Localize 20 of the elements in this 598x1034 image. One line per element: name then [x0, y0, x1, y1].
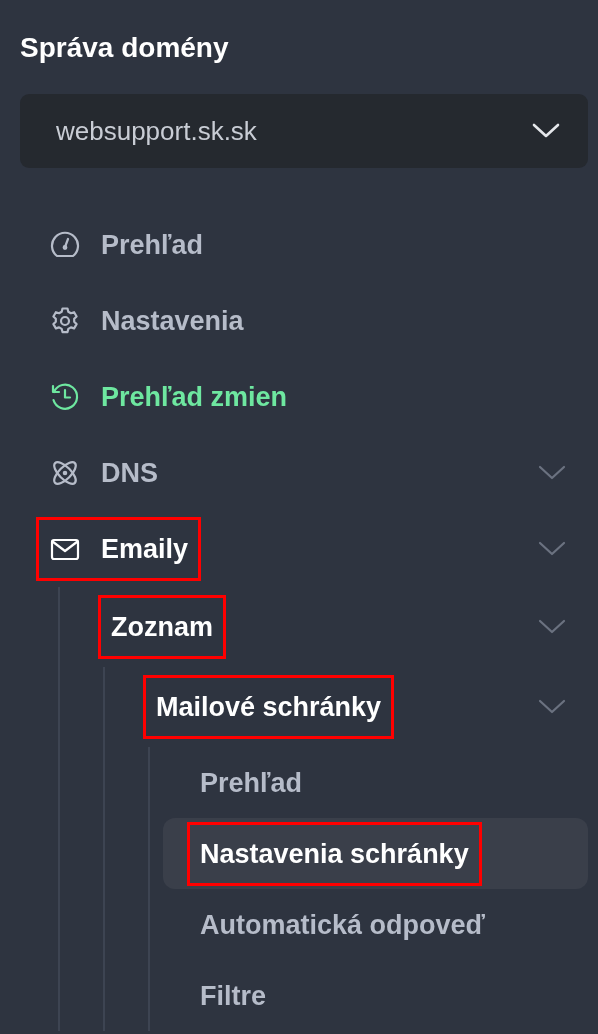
menu-item[interactable]: Automatická odpoveď	[200, 907, 485, 942]
menu-item[interactable]: Mailové schránky	[156, 690, 382, 724]
chevron-down-icon[interactable]	[538, 541, 566, 557]
menu-item[interactable]: Nastavenia schránky	[200, 836, 469, 871]
chevron-down-icon[interactable]	[538, 619, 566, 635]
selected-item-background[interactable]: Nastavenia schránky	[163, 818, 588, 889]
chevron-down-icon	[532, 123, 560, 139]
menu-item[interactable]: Filtre	[200, 978, 266, 1013]
menu-item[interactable]: Emaily	[101, 532, 189, 566]
chevron-down-icon[interactable]	[538, 699, 566, 715]
sidebar-title: Správa domény	[20, 31, 230, 65]
menu-item[interactable]: DNS	[101, 456, 158, 490]
menu-item[interactable]: Prehľad zmien	[101, 380, 287, 414]
menu-item[interactable]: Zoznam	[111, 610, 213, 644]
domain-select[interactable]: websupport.sk.sk	[20, 94, 588, 168]
history-icon	[49, 381, 81, 413]
menu-item[interactable]: Prehľad	[101, 228, 203, 262]
menu-item[interactable]: Prehľad	[200, 765, 302, 800]
menu-item[interactable]: Nastavenia	[101, 304, 244, 338]
chevron-down-icon[interactable]	[538, 465, 566, 481]
